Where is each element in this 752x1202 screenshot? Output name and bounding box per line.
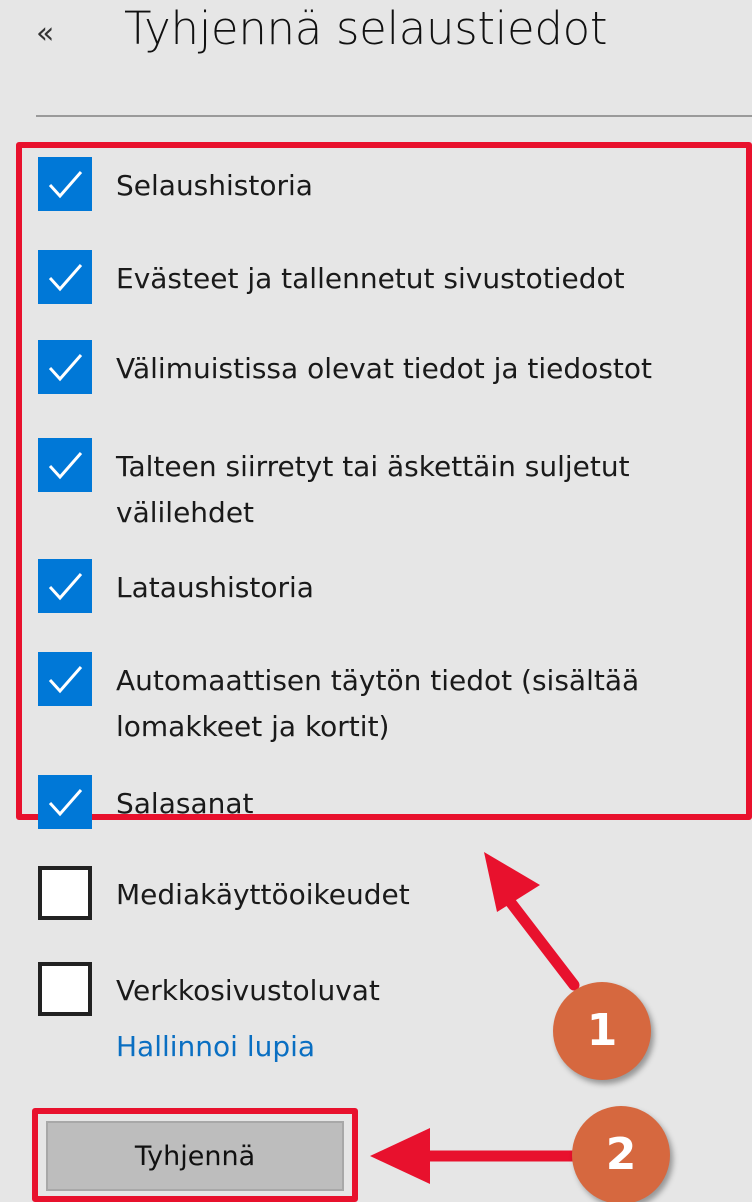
checkmark-icon: [48, 354, 83, 382]
option-label: Selaushistoria: [116, 169, 313, 202]
annotation-badge-1: 1: [553, 982, 651, 1080]
option-tabs[interactable]: Talteen siirretyt tai äskettäin suljetut…: [38, 438, 752, 538]
option-label: Välimuistissa olevat tiedot ja tiedostot: [116, 352, 652, 385]
double-chevron-left-icon: «: [36, 16, 55, 51]
option-label: Talteen siirretyt tai äskettäin suljetut…: [116, 450, 630, 529]
checkbox-tabs[interactable]: [38, 438, 92, 492]
clear-browsing-data-panel: « Tyhjennä selaustiedot Selaushistoria E…: [0, 0, 752, 1202]
option-download-history[interactable]: Lataushistoria: [38, 559, 752, 619]
checkmark-icon: [48, 666, 83, 694]
checkmark-icon: [48, 171, 83, 199]
checkmark-icon: [48, 452, 83, 480]
option-cookies[interactable]: Evästeet ja tallennetut sivustotiedot: [38, 250, 752, 310]
checkmark-icon: [48, 789, 83, 817]
checkbox-download-history[interactable]: [38, 559, 92, 613]
option-label: Automaattisen täytön tiedot (sisältää lo…: [116, 664, 640, 743]
checkmark-icon: [48, 264, 83, 292]
manage-permissions-link[interactable]: Hallinnoi lupia: [116, 1030, 315, 1063]
option-label: Lataushistoria: [116, 571, 314, 604]
checkbox-passwords[interactable]: [38, 775, 92, 829]
checkbox-autofill[interactable]: [38, 652, 92, 706]
page-title: Tyhjennä selaustiedot: [124, 2, 608, 55]
option-label: Salasanat: [116, 787, 254, 820]
option-passwords[interactable]: Salasanat: [38, 775, 752, 835]
checkbox-media-permissions[interactable]: [38, 866, 92, 920]
collapse-back-button[interactable]: «: [36, 14, 78, 54]
checkbox-site-permissions[interactable]: [38, 962, 92, 1016]
option-media-permissions[interactable]: Mediakäyttöoikeudet: [38, 866, 752, 926]
option-label: Mediakäyttöoikeudet: [116, 878, 410, 911]
clear-button[interactable]: Tyhjennä: [46, 1121, 344, 1191]
option-browsing-history[interactable]: Selaushistoria: [38, 157, 752, 217]
arrow-2-head: [370, 1128, 430, 1184]
option-label: Verkkosivustoluvat: [116, 974, 380, 1007]
annotation-badge-2: 2: [572, 1106, 670, 1202]
option-autofill[interactable]: Automaattisen täytön tiedot (sisältää lo…: [38, 652, 752, 752]
header-divider: [36, 115, 752, 117]
option-cache[interactable]: Välimuistissa olevat tiedot ja tiedostot: [38, 340, 752, 400]
option-label: Evästeet ja tallennetut sivustotiedot: [116, 262, 625, 295]
checkbox-cookies[interactable]: [38, 250, 92, 304]
checkmark-icon: [48, 573, 83, 601]
panel-header: « Tyhjennä selaustiedot: [0, 0, 752, 90]
checkbox-cache[interactable]: [38, 340, 92, 394]
checkbox-browsing-history[interactable]: [38, 157, 92, 211]
